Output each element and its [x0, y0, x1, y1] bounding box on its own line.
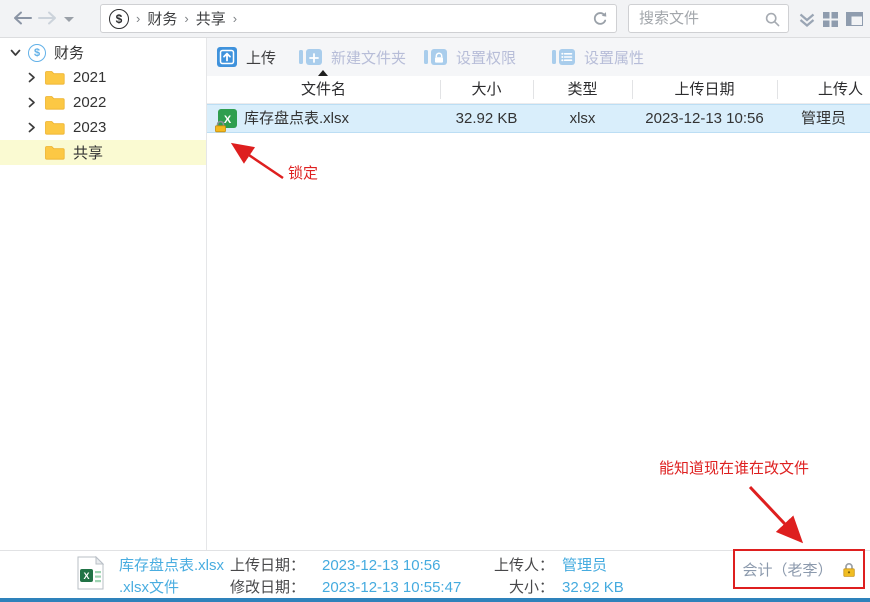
modify-date-label: 修改日期：	[230, 579, 305, 597]
upload-button[interactable]: 上传	[217, 38, 276, 76]
excel-file-icon: X	[218, 109, 237, 128]
history-dropdown-caret-icon[interactable]	[64, 17, 74, 22]
breadcrumb: $ › 财务 › 共享 ›	[100, 4, 617, 33]
forward-button[interactable]	[38, 11, 58, 30]
statusbar-file-kind: .xlsx文件	[119, 579, 179, 597]
editor-lock-icon	[842, 561, 856, 578]
chevron-collapsed-icon[interactable]	[28, 97, 36, 108]
header-upload-date[interactable]: 上传日期	[632, 76, 777, 103]
breadcrumb-item-finance[interactable]: 财务	[147, 8, 177, 29]
tree-item-label: 2022	[73, 94, 106, 111]
modify-date-value: 2023-12-13 10:55:47	[322, 579, 461, 597]
chevron-collapsed-icon[interactable]	[28, 72, 36, 83]
header-type[interactable]: 类型	[533, 76, 632, 103]
folder-icon	[45, 95, 65, 110]
permissions-lock-icon	[424, 47, 447, 67]
cell-size: 32.92 KB	[440, 105, 533, 132]
tree-item-2022[interactable]: 2022	[0, 90, 206, 115]
annotation-editing-label: 能知道现在谁在改文件	[659, 457, 809, 478]
header-uploader[interactable]: 上传人	[777, 76, 863, 103]
upload-date-label: 上传日期：	[230, 557, 305, 575]
forward-arrow-icon	[38, 11, 58, 25]
breadcrumb-separator: ›	[136, 11, 140, 26]
breadcrumb-separator: ›	[233, 11, 237, 26]
folder-icon	[45, 120, 65, 135]
grid-view-icon	[823, 12, 838, 27]
properties-list-icon	[552, 47, 575, 67]
uploader-value: 管理员	[562, 557, 607, 575]
breadcrumb-separator: ›	[184, 11, 188, 26]
breadcrumb-item-shared[interactable]: 共享	[196, 8, 226, 29]
set-permissions-label: 设置权限	[456, 47, 516, 68]
tree-item-label: 共享	[73, 142, 103, 163]
file-row-selected[interactable]: X 库存盘点表.xlsx 32.92 KB xlsx 2023-12-13 10…	[207, 104, 870, 133]
uploader-label: 上传人：	[462, 557, 554, 575]
cell-upload-date: 2023-12-13 10:56	[632, 105, 777, 132]
annotation-arrow-editor	[750, 487, 800, 540]
search-box	[628, 4, 789, 33]
folder-icon	[45, 145, 65, 160]
upload-date-value: 2023-12-13 10:56	[322, 557, 440, 575]
column-divider	[632, 80, 633, 99]
file-manager-window: $ › 财务 › 共享 ›	[0, 0, 870, 602]
svg-text:X: X	[83, 571, 89, 581]
collapse-panel-button[interactable]	[798, 13, 816, 32]
layout-view-button[interactable]	[846, 12, 863, 31]
excel-document-icon: X	[77, 556, 104, 595]
tree-item-2023[interactable]: 2023	[0, 115, 206, 140]
top-navigation-bar: $ › 财务 › 共享 ›	[0, 0, 870, 38]
window-bottom-strip	[0, 598, 870, 602]
tree-item-shared[interactable]: 共享	[0, 140, 206, 165]
finance-root-icon[interactable]: $	[109, 9, 129, 29]
cell-uploader: 管理员	[777, 105, 870, 132]
grid-view-button[interactable]	[823, 12, 838, 32]
cell-type: xlsx	[533, 105, 632, 132]
upload-icon	[217, 47, 237, 67]
column-divider	[533, 80, 534, 99]
new-folder-icon	[299, 47, 322, 67]
tree-item-label: 2023	[73, 119, 106, 136]
tree-item-label: 财务	[54, 42, 84, 63]
back-arrow-icon	[12, 11, 32, 25]
cell-filename: 库存盘点表.xlsx	[244, 105, 349, 132]
finance-icon: $	[28, 44, 46, 62]
header-size[interactable]: 大小	[440, 76, 533, 103]
statusbar-file-name: 库存盘点表.xlsx	[119, 557, 224, 575]
back-button[interactable]	[12, 11, 32, 30]
upload-label: 上传	[246, 47, 276, 68]
tree-item-label: 2021	[73, 69, 106, 86]
header-filename[interactable]: 文件名	[207, 76, 440, 103]
refresh-button[interactable]	[592, 11, 608, 27]
set-permissions-button[interactable]: 设置权限	[424, 38, 516, 76]
folder-tree-sidebar: $ 财务 2021 2022	[0, 38, 207, 550]
file-actions-toolbar: 上传 新建文件夹 设置权限 设置属性	[207, 38, 870, 76]
size-value: 32.92 KB	[562, 579, 624, 597]
set-properties-label: 设置属性	[584, 47, 644, 68]
column-divider	[777, 80, 778, 99]
search-input[interactable]	[629, 5, 769, 32]
annotation-arrow-lock	[234, 145, 283, 178]
current-editor-label: 会计（老李）	[742, 559, 832, 580]
column-divider	[440, 80, 441, 99]
folder-icon	[45, 70, 65, 85]
search-icon	[765, 12, 780, 32]
file-list-header: 文件名 大小 类型 上传日期 上传人	[207, 76, 870, 104]
layout-panel-icon	[846, 12, 863, 26]
chevron-collapsed-icon[interactable]	[28, 122, 36, 133]
annotation-lock-label: 锁定	[288, 162, 318, 183]
set-properties-button[interactable]: 设置属性	[552, 38, 644, 76]
file-lock-badge-icon	[214, 120, 227, 137]
tree-item-finance[interactable]: $ 财务	[0, 40, 206, 65]
new-folder-label: 新建文件夹	[331, 47, 406, 68]
new-folder-button[interactable]: 新建文件夹	[299, 38, 406, 76]
annotation-highlight-box: 会计（老李）	[733, 549, 865, 589]
chevron-expanded-icon[interactable]	[10, 49, 21, 57]
refresh-icon	[592, 11, 608, 27]
size-label: 大小：	[462, 579, 554, 597]
double-chevron-down-icon	[798, 13, 816, 27]
tree-item-2021[interactable]: 2021	[0, 65, 206, 90]
